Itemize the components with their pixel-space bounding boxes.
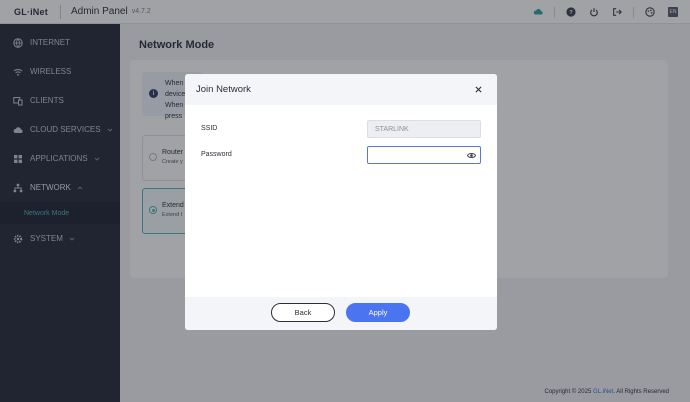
eye-icon[interactable] [467,151,476,160]
close-icon [474,85,482,93]
password-field[interactable] [367,146,481,164]
dialog-footer: Back Apply [185,297,497,330]
dialog-header: Join Network [185,74,497,105]
ssid-label: SSID [201,125,218,132]
dialog-title: Join Network [196,84,251,95]
back-button[interactable]: Back [271,303,335,322]
ssid-field: STARLINK [367,120,481,138]
password-label: Password [201,151,232,158]
close-button[interactable] [473,84,483,94]
join-network-dialog: Join Network SSID STARLINK Password Back… [185,74,497,330]
apply-button[interactable]: Apply [346,303,410,322]
